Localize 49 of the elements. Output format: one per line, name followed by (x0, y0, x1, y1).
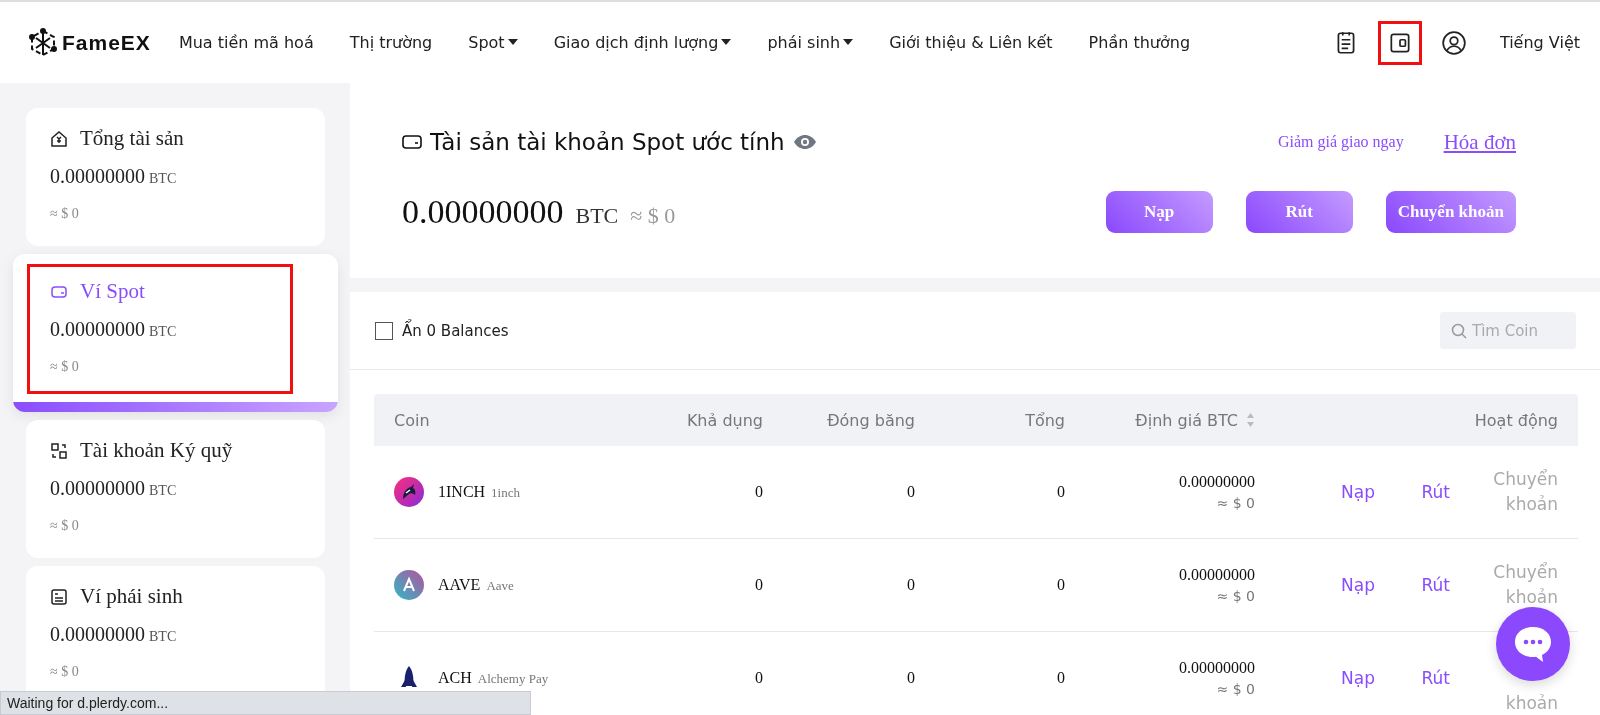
card-fiat: ≈ $ 0 (50, 206, 80, 222)
card-fiat: ≈ $ 0 (50, 664, 80, 680)
card-fiat: ≈ $ 0 (50, 518, 80, 534)
table-cell-text: 0 (1056, 669, 1065, 687)
column-header: Coin (394, 410, 431, 430)
table-cell-text: 0 (1056, 483, 1065, 501)
table-cell-text: 0 (754, 483, 763, 501)
fiat-amount: ≈ $ 0 (630, 203, 676, 229)
coin-name: Alchemy Pay (477, 671, 549, 687)
amount-unit: BTC (575, 203, 619, 229)
brand-name: FameEX (62, 30, 151, 55)
table-cell-text: 0 (906, 669, 915, 687)
card-title: Tài khoản Ký quỹ (80, 438, 233, 463)
total-amount: 0.00000000 (402, 193, 564, 231)
coin-symbol: 1INCH (438, 483, 486, 501)
table-cell-text: 0 (754, 669, 763, 687)
table-cell-text: 0 (906, 483, 915, 501)
fiat-value: ≈ $ 0 (1216, 681, 1255, 697)
column-header: Hoạt động (1473, 410, 1558, 430)
card-unit: BTC (149, 324, 177, 340)
card-title: Ví phái sinh (80, 584, 183, 609)
card-amount: 0.00000000 (50, 318, 145, 341)
card-title: Ví Spot (80, 279, 145, 304)
table-cell-text: 0 (906, 576, 915, 594)
status-toast: Waiting for d.plerdy.com... (0, 691, 531, 715)
card-amount: 0.00000000 (50, 165, 145, 188)
column-header: Khả dụng (685, 410, 763, 430)
column-header: Tổng (1024, 410, 1065, 430)
checkbox-label: Ẩn 0 Balances (402, 321, 509, 340)
coin-symbol: AAVE (438, 576, 481, 594)
card-unit: BTC (149, 483, 177, 499)
fiat-value: ≈ $ 0 (1216, 588, 1255, 604)
card-amount: 0.00000000 (50, 623, 145, 646)
btc-value: 0.00000000 (1179, 473, 1255, 491)
card-unit: BTC (149, 171, 177, 187)
page-title: Tài sản tài khoản Spot ước tính (430, 129, 785, 155)
card-unit: BTC (149, 629, 177, 645)
coin-name: 1inch (491, 485, 520, 501)
card-title: Tổng tài sản (80, 126, 184, 151)
coin-name: Aave (486, 578, 514, 594)
fiat-value: ≈ $ 0 (1216, 495, 1255, 511)
btc-value: 0.00000000 (1179, 659, 1255, 677)
table-cell-text: 0 (1056, 576, 1065, 594)
coin-symbol: ACH (438, 669, 472, 687)
table-cell-text: 0 (754, 576, 763, 594)
card-fiat: ≈ $ 0 (50, 359, 80, 375)
column-header: Đóng băng (826, 410, 915, 430)
card-amount: 0.00000000 (50, 477, 145, 500)
btc-value: 0.00000000 (1179, 566, 1255, 584)
